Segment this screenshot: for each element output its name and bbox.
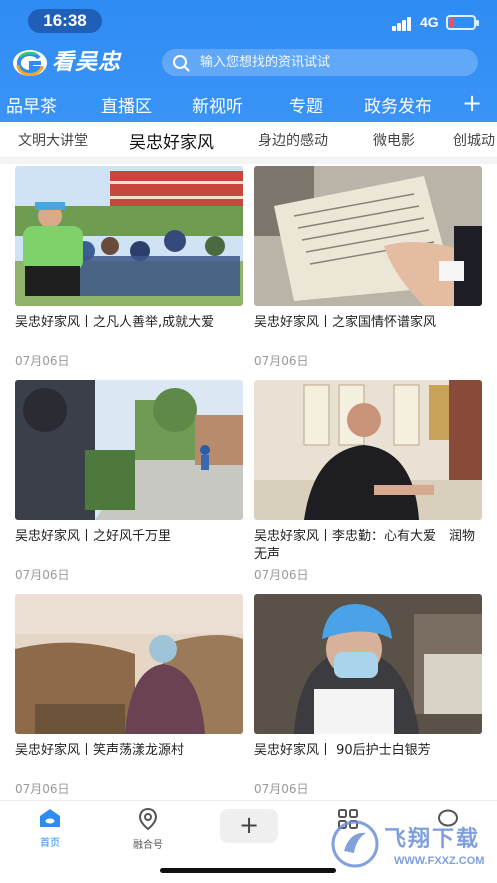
sub-tab-bar: 文明大讲堂 吴忠好家风 身边的感动 微电影 创城动 [0,122,497,158]
app-name: 看吴忠 [52,50,122,75]
nav-home[interactable]: 首页 [20,807,80,849]
signal-icon [392,17,414,31]
subtab-item[interactable]: 创城动 [453,130,495,150]
watermark-logo-icon [331,820,379,868]
article-title[interactable]: 吴忠好家风丨李忠勤：心有大爱 润物无声 [254,528,482,564]
network-type: 4G [420,14,439,30]
nav-fusion-label: 融合号 [133,840,163,851]
watermark: 飞翔下载 WWW.FXXZ.COM [330,815,490,877]
watermark-text: 飞翔下载 [384,827,481,852]
battery-icon [446,15,479,30]
subtab-item[interactable]: 文明大讲堂 [18,130,88,150]
article-thumbnail[interactable] [254,380,482,520]
publish-plus-button[interactable]: + [220,809,278,843]
app-logo-icon [13,50,47,76]
status-time: 16:38 [28,9,102,33]
divider [0,158,497,164]
article-date: 07月06日 [15,782,70,796]
subtab-item[interactable]: 微电影 [373,130,415,150]
article-thumbnail[interactable] [15,594,243,734]
channel-tab[interactable]: 专题 [289,92,323,117]
article-thumbnail[interactable] [15,166,243,306]
subtab-item-active[interactable]: 吴忠好家风 [129,128,214,153]
location-icon [138,807,158,831]
article-date: 07月06日 [254,782,309,796]
channel-tab[interactable]: 直播区 [101,92,152,117]
search-bar[interactable] [162,49,478,76]
article-date: 07月06日 [15,568,70,582]
subtab-item[interactable]: 身边的感动 [258,130,328,150]
article-date: 07月06日 [254,568,309,582]
article-title[interactable]: 吴忠好家风丨 90后护士白银芳 [254,742,482,760]
channel-tab[interactable]: 新视听 [192,92,243,117]
plus-icon: + [238,811,260,839]
article-title[interactable]: 吴忠好家风丨之家国情怀谱家风 [254,314,482,332]
article-title[interactable]: 吴忠好家风丨之好风千万里 [15,528,243,546]
article-thumbnail[interactable] [254,166,482,306]
channel-tab[interactable]: 品早茶 [6,92,57,117]
battery-level [449,18,454,27]
app-header: 16:38 4G 看吴忠 品早茶 直播区 新视听 专题 政务发布 + [0,0,497,122]
article-thumbnail[interactable] [254,594,482,734]
search-input[interactable] [198,54,468,71]
article-title[interactable]: 吴忠好家风丨之凡人善举,成就大爱 [15,314,243,332]
nav-fusion[interactable]: 融合号 [118,807,178,851]
article-title[interactable]: 吴忠好家风丨笑声荡漾龙源村 [15,742,243,760]
watermark-url: WWW.FXXZ.COM [394,855,485,867]
status-bar: 16:38 4G [0,0,497,42]
home-indicator [160,868,336,873]
add-channel-icon[interactable]: + [462,88,482,118]
article-date: 07月06日 [15,354,70,368]
nav-home-label: 首页 [40,838,60,849]
home-icon [40,809,60,827]
article-thumbnail[interactable] [15,380,243,520]
channel-bar: 品早茶 直播区 新视听 专题 政务发布 + [0,88,497,122]
channel-tab[interactable]: 政务发布 [364,92,432,117]
article-date: 07月06日 [254,354,309,368]
search-icon [173,54,190,71]
